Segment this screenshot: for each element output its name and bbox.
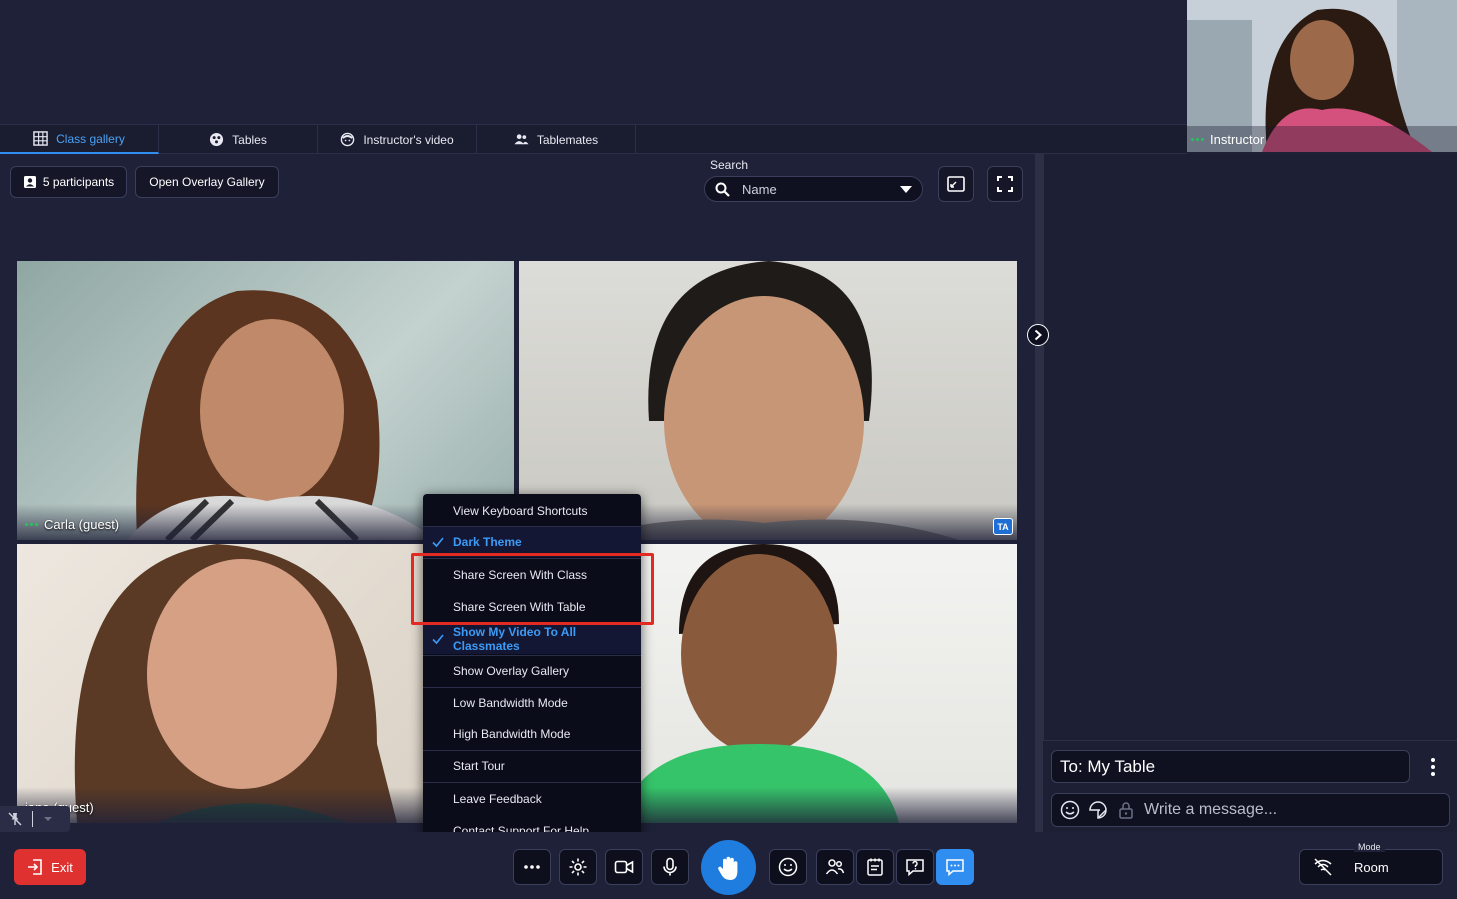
menu-item-start-tour[interactable]: Start Tour — [423, 751, 641, 781]
mode-select[interactable]: Room — [1299, 849, 1443, 885]
signal-icon — [25, 523, 38, 526]
gear-icon — [569, 858, 587, 876]
exit-button[interactable]: Exit — [14, 849, 86, 885]
emoji-icon — [778, 857, 798, 877]
settings-button[interactable] — [559, 849, 597, 885]
tab-label: Class gallery — [56, 131, 125, 146]
participants-panel-button[interactable] — [816, 849, 854, 885]
emoji-icon[interactable] — [1060, 800, 1080, 820]
table-icon — [210, 132, 224, 147]
instructor-name-label: Instructor — [1191, 132, 1264, 147]
question-bubble-icon — [906, 859, 924, 877]
chevron-right-icon — [1034, 329, 1042, 341]
menu-divider — [423, 558, 641, 559]
expand-panel-button[interactable] — [1027, 324, 1049, 346]
chat-bubble-icon — [946, 859, 964, 877]
menu-item-low-bandwidth[interactable]: Low Bandwidth Mode — [423, 688, 641, 718]
camera-button[interactable] — [605, 849, 643, 885]
top-band — [0, 0, 1187, 124]
search-selected-value: Name — [742, 181, 777, 197]
mode-label: Mode — [1354, 842, 1385, 852]
hand-icon — [717, 856, 737, 880]
search-select[interactable]: Name — [704, 176, 923, 202]
chat-panel — [1043, 154, 1457, 740]
menu-item-keyboard-shortcuts[interactable]: View Keyboard Shortcuts — [423, 496, 641, 526]
ask-question-button[interactable] — [896, 849, 934, 885]
recipient-select[interactable]: To: My Table — [1051, 750, 1410, 783]
participants-button[interactable]: 5 participants — [10, 166, 127, 198]
message-input[interactable]: Write a message... — [1051, 793, 1450, 827]
grid-icon — [33, 131, 48, 146]
notes-button[interactable] — [856, 849, 894, 885]
menu-item-show-overlay-gallery[interactable]: Show Overlay Gallery — [423, 656, 641, 686]
room-mode-icon — [1314, 858, 1332, 876]
search-icon — [715, 182, 730, 197]
kebab-menu-icon[interactable] — [1424, 753, 1442, 781]
participant-name: Carla (guest) — [25, 517, 119, 532]
mode-value: Room — [1354, 859, 1389, 875]
chevron-down-icon — [900, 185, 912, 193]
open-overlay-gallery-button[interactable]: Open Overlay Gallery — [135, 166, 279, 198]
reactions-button[interactable] — [769, 849, 807, 885]
panel-divider[interactable] — [1035, 154, 1043, 832]
message-placeholder: Write a message... — [1144, 801, 1278, 818]
menu-item-share-screen-table[interactable]: Share Screen With Table — [423, 592, 641, 622]
signal-icon — [1191, 138, 1204, 141]
menu-item-dark-theme[interactable]: Dark Theme — [423, 527, 641, 557]
search-label: Search — [710, 158, 749, 172]
view-tabs: Class gallery Tables Instructor's video … — [0, 124, 1187, 154]
raise-hand-button[interactable] — [701, 840, 756, 895]
tab-label: Instructor's video — [363, 132, 454, 147]
menu-item-share-screen-class[interactable]: Share Screen With Class — [423, 560, 641, 590]
fullscreen-button[interactable] — [987, 166, 1023, 202]
microphone-icon — [663, 857, 677, 876]
ta-badge: TA — [993, 518, 1013, 535]
sticker-icon[interactable] — [1088, 800, 1108, 820]
pin-control[interactable] — [0, 806, 70, 832]
tab-tablemates[interactable]: Tablemates — [477, 125, 636, 154]
checkmark-icon — [432, 634, 444, 645]
people-icon — [514, 134, 529, 145]
tab-tables[interactable]: Tables — [159, 125, 318, 154]
more-options-menu: View Keyboard Shortcuts Dark Theme Share… — [423, 494, 641, 846]
tab-label: Tables — [232, 132, 267, 147]
chevron-down-icon — [44, 817, 52, 821]
fullscreen-icon — [997, 176, 1013, 192]
tab-instructors-video[interactable]: Instructor's video — [318, 125, 477, 154]
video-camera-icon — [614, 860, 634, 874]
unpin-icon — [8, 812, 22, 826]
menu-item-high-bandwidth[interactable]: High Bandwidth Mode — [423, 719, 641, 749]
lock-icon — [1119, 802, 1133, 819]
menu-item-leave-feedback[interactable]: Leave Feedback — [423, 784, 641, 814]
notepad-icon — [867, 858, 883, 876]
more-dots-icon — [524, 865, 540, 869]
checkmark-icon — [432, 537, 444, 548]
people-icon — [825, 859, 845, 875]
instructor-icon — [341, 132, 355, 147]
pip-icon — [947, 176, 965, 192]
contact-icon — [23, 176, 36, 188]
menu-divider — [423, 782, 641, 783]
microphone-button[interactable] — [651, 849, 689, 885]
instructor-video-frame — [1187, 0, 1457, 152]
menu-item-show-my-video[interactable]: Show My Video To All Classmates — [423, 624, 641, 654]
instructor-video[interactable]: Instructor — [1187, 0, 1457, 152]
more-options-button[interactable] — [513, 849, 551, 885]
tab-class-gallery[interactable]: Class gallery — [0, 125, 159, 154]
chat-button[interactable] — [936, 849, 974, 885]
tab-label: Tablemates — [536, 132, 599, 147]
exit-icon — [28, 859, 42, 875]
picture-in-picture-button[interactable] — [938, 166, 974, 202]
